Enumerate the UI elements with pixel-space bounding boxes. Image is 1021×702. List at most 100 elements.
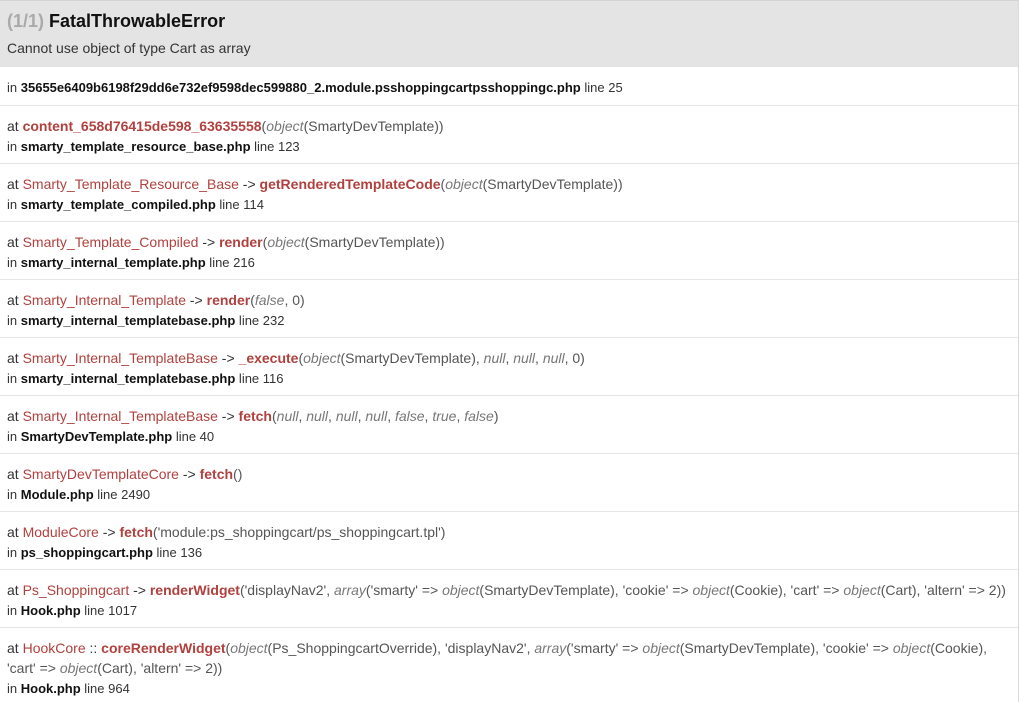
frame-class: Smarty_Template_Compiled bbox=[22, 234, 199, 250]
frame-function: render bbox=[219, 234, 263, 250]
in-label: in bbox=[7, 487, 21, 502]
frame-location: in SmartyDevTemplate.php line 40 bbox=[7, 428, 1011, 446]
in-label: in bbox=[7, 545, 21, 560]
frame-arguments: ('displayNav2', array('smarty' => object… bbox=[239, 582, 1006, 598]
stack-frame: at content_658d76415de598_63635558(objec… bbox=[0, 106, 1018, 164]
frame-class: ModuleCore bbox=[22, 524, 99, 540]
frame-line: line 114 bbox=[215, 197, 264, 212]
frame-file: smarty_template_resource_base.php bbox=[20, 139, 251, 154]
frame-class: Smarty_Internal_Template bbox=[22, 292, 186, 308]
exception-class: FatalThrowableError bbox=[49, 11, 226, 31]
frame-call: at Smarty_Internal_TemplateBase -> _exec… bbox=[7, 348, 1011, 368]
stack-frame: at Smarty_Template_Compiled -> render(ob… bbox=[0, 222, 1018, 280]
frame-location: in ps_shoppingcart.php line 136 bbox=[7, 544, 1011, 562]
frame-call: at Smarty_Template_Resource_Base -> getR… bbox=[7, 174, 1011, 194]
at-label: at bbox=[7, 350, 23, 366]
exception-message: Cannot use object of type Cart as array bbox=[7, 40, 251, 56]
exception-header: (1/1) FatalThrowableError Cannot use obj… bbox=[0, 0, 1018, 67]
frame-separator: -> bbox=[198, 234, 220, 250]
exception-origin: in 35655e6409b6198f29dd6e732ef9598dec599… bbox=[0, 67, 1018, 106]
in-label: in bbox=[7, 429, 21, 444]
exception-title: (1/1) FatalThrowableError bbox=[7, 10, 1011, 32]
frame-function: coreRenderWidget bbox=[101, 640, 226, 656]
frame-file: Module.php bbox=[20, 487, 94, 502]
frame-call: at ModuleCore -> fetch('module:ps_shoppi… bbox=[7, 522, 1011, 542]
in-label: in bbox=[7, 139, 21, 154]
at-label: at bbox=[7, 524, 23, 540]
frame-function: _execute bbox=[238, 350, 299, 366]
stack-frame: at ModuleCore -> fetch('module:ps_shoppi… bbox=[0, 512, 1018, 570]
frame-arguments: (object(SmartyDevTemplate)) bbox=[261, 118, 444, 134]
frame-separator: -> bbox=[186, 292, 207, 308]
frame-function: getRenderedTemplateCode bbox=[259, 176, 441, 192]
frame-file: smarty_internal_templatebase.php bbox=[20, 371, 236, 386]
frame-file: smarty_internal_templatebase.php bbox=[20, 313, 236, 328]
frame-arguments: () bbox=[233, 466, 243, 482]
frame-call: at Smarty_Internal_TemplateBase -> fetch… bbox=[7, 406, 1011, 426]
frame-file: Hook.php bbox=[20, 603, 81, 618]
at-label: at bbox=[7, 582, 23, 598]
frame-class: Smarty_Template_Resource_Base bbox=[22, 176, 239, 192]
frame-location: in smarty_internal_templatebase.php line… bbox=[7, 312, 1011, 330]
frame-line: line 123 bbox=[250, 139, 300, 154]
in-label: in bbox=[7, 80, 18, 95]
frame-line: line 1017 bbox=[80, 603, 138, 618]
frame-function: fetch bbox=[199, 466, 234, 482]
at-label: at bbox=[7, 234, 23, 250]
in-label: in bbox=[7, 255, 21, 270]
frame-function: fetch bbox=[119, 524, 153, 540]
frame-location: in Hook.php line 964 bbox=[7, 680, 1011, 698]
frame-arguments: (object(SmartyDevTemplate), null, null, … bbox=[298, 350, 585, 366]
frame-separator: -> bbox=[129, 582, 150, 598]
in-label: in bbox=[7, 603, 21, 618]
at-label: at bbox=[7, 466, 23, 482]
frame-location: in smarty_internal_template.php line 216 bbox=[7, 254, 1011, 272]
frame-call: at SmartyDevTemplateCore -> fetch() bbox=[7, 464, 1011, 484]
at-label: at bbox=[7, 408, 23, 424]
frame-arguments: (false, 0) bbox=[250, 292, 305, 308]
stack-frame: at Smarty_Internal_TemplateBase -> fetch… bbox=[0, 396, 1018, 454]
frame-separator: :: bbox=[85, 640, 102, 656]
frame-file: smarty_template_compiled.php bbox=[20, 197, 216, 212]
in-label: in bbox=[7, 197, 21, 212]
frame-call: at Smarty_Internal_Template -> render(fa… bbox=[7, 290, 1011, 310]
exception-page: (1/1) FatalThrowableError Cannot use obj… bbox=[0, 0, 1019, 702]
stack-frame: at Smarty_Internal_TemplateBase -> _exec… bbox=[0, 338, 1018, 396]
stack-frame: at Smarty_Template_Resource_Base -> getR… bbox=[0, 164, 1018, 222]
frame-file: SmartyDevTemplate.php bbox=[20, 429, 173, 444]
frame-arguments: (object(SmartyDevTemplate)) bbox=[440, 176, 623, 192]
stack-frame: at Ps_Shoppingcart -> renderWidget('disp… bbox=[0, 570, 1018, 628]
frame-class: Smarty_Internal_TemplateBase bbox=[22, 408, 218, 424]
frame-location: in smarty_internal_templatebase.php line… bbox=[7, 370, 1011, 388]
frame-line: line 216 bbox=[205, 255, 255, 270]
frame-line: line 136 bbox=[152, 545, 203, 560]
frame-file: Hook.php bbox=[20, 681, 81, 696]
frame-separator: -> bbox=[238, 176, 260, 192]
frame-function: render bbox=[206, 292, 251, 308]
frame-function: renderWidget bbox=[149, 582, 240, 598]
frame-file: ps_shoppingcart.php bbox=[20, 545, 153, 560]
origin-file: 35655e6409b6198f29dd6e732ef9598dec599880… bbox=[20, 80, 581, 95]
stack-frame: at HookCore :: coreRenderWidget(object(P… bbox=[0, 628, 1018, 702]
at-label: at bbox=[7, 118, 23, 134]
frame-separator: -> bbox=[217, 350, 239, 366]
stack-frame: at SmartyDevTemplateCore -> fetch() in Mo… bbox=[0, 454, 1018, 512]
frame-file: smarty_internal_template.php bbox=[20, 255, 206, 270]
frame-class: HookCore bbox=[22, 640, 86, 656]
frame-line: line 2490 bbox=[93, 487, 151, 502]
frame-location: in smarty_template_resource_base.php lin… bbox=[7, 138, 1011, 156]
frame-class: SmartyDevTemplateCore bbox=[22, 466, 179, 482]
in-label: in bbox=[7, 313, 21, 328]
frame-line: line 964 bbox=[80, 681, 130, 696]
frame-class: Ps_Shoppingcart bbox=[22, 582, 130, 598]
frame-location: in Hook.php line 1017 bbox=[7, 602, 1011, 620]
stack-trace: at content_658d76415de598_63635558(objec… bbox=[0, 106, 1018, 702]
frame-class: Smarty_Internal_TemplateBase bbox=[22, 350, 218, 366]
frame-separator: -> bbox=[178, 466, 200, 482]
frame-function: content_658d76415de598_63635558 bbox=[22, 118, 262, 134]
stack-frame: at Smarty_Internal_Template -> render(fa… bbox=[0, 280, 1018, 338]
frame-line: line 40 bbox=[172, 429, 215, 444]
frame-arguments: ('module:ps_shoppingcart/ps_shoppingcart… bbox=[152, 524, 446, 540]
frame-call: at Smarty_Template_Compiled -> render(ob… bbox=[7, 232, 1011, 252]
exception-count: (1/1) bbox=[7, 11, 45, 31]
